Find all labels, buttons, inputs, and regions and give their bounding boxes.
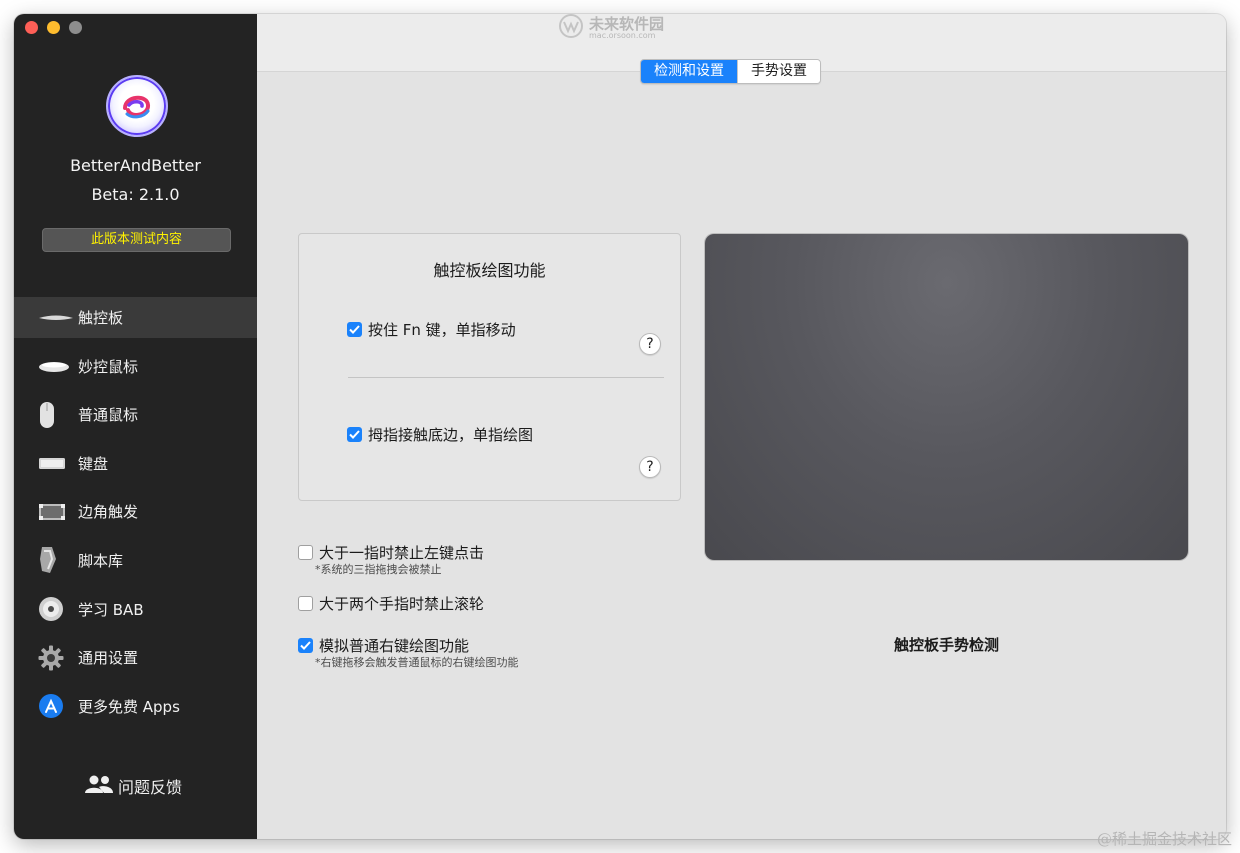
right-click-drawing-note: *右键拖移会触发普通鼠标的右键绘图功能 (315, 656, 519, 669)
disable-left-click-checkbox[interactable] (298, 545, 313, 560)
trackpad-gesture-area[interactable] (705, 234, 1188, 560)
site-credit: @稀土掘金技术社区 (1096, 830, 1232, 848)
checkmark-icon (300, 641, 311, 650)
feedback-label: 问题反馈 (118, 778, 183, 797)
group-divider (348, 377, 664, 378)
thumb-edge-label: 拇指接触底边，单指绘图 (368, 426, 534, 444)
checkmark-icon (349, 430, 360, 439)
disable-scroll-label: 大于两个手指时禁止滚轮 (319, 595, 485, 613)
app-version: Beta: 2.1.0 (91, 185, 180, 204)
disable-left-click-option[interactable]: 大于一指时禁止左键点击 (298, 542, 484, 563)
sidebar-item-label: 妙控鼠标 (78, 357, 139, 376)
sidebar-nav: 触控板 妙控鼠标 普通鼠标 键盘 边角触发 脚本库 学习 BAB 通用设置 更多… (14, 297, 257, 734)
sidebar-item-learn[interactable]: 学习 BAB (14, 589, 257, 630)
disable-scroll-option[interactable]: 大于两个手指时禁止滚轮 (298, 593, 484, 614)
right-click-drawing-checkbox[interactable] (298, 638, 313, 653)
thumb-edge-checkbox[interactable] (347, 427, 362, 442)
sidebar-item-scripts[interactable]: 脚本库 (14, 540, 257, 581)
sidebar-item-label: 学习 BAB (78, 600, 144, 619)
app-window: BetterAndBetter Beta: 2.1.0 此版本测试内容 触控板 … (14, 14, 1226, 839)
app-store-icon (38, 691, 78, 721)
watermark: 未来软件园 mac.orsoon.com (557, 14, 687, 42)
disable-left-click-label: 大于一指时禁止左键点击 (319, 544, 485, 562)
dvd-icon (38, 594, 78, 624)
script-icon (38, 545, 78, 575)
disable-scroll-checkbox[interactable] (298, 596, 313, 611)
sidebar-item-magic-mouse[interactable]: 妙控鼠标 (14, 346, 257, 387)
sidebar-item-more-apps[interactable]: 更多免费 Apps (14, 686, 257, 727)
sidebar-item-mouse[interactable]: 普通鼠标 (14, 394, 257, 435)
disable-left-click-note: *系统的三指拖拽会被禁止 (315, 563, 442, 576)
fn-single-finger-option[interactable]: 按住 Fn 键，单指移动 (347, 319, 516, 340)
tab-detect-settings[interactable]: 检测和设置 (641, 60, 737, 83)
right-click-drawing-option[interactable]: 模拟普通右键绘图功能 (298, 635, 469, 656)
sidebar: BetterAndBetter Beta: 2.1.0 此版本测试内容 触控板 … (14, 14, 257, 839)
close-button[interactable] (25, 21, 38, 34)
gear-icon (38, 643, 78, 673)
app-logo-icon (106, 75, 168, 137)
fn-single-finger-label: 按住 Fn 键，单指移动 (368, 321, 516, 339)
group-title: 触控板绘图功能 (433, 261, 546, 280)
help-button[interactable]: ? (639, 333, 661, 355)
window-controls (25, 21, 82, 34)
sidebar-item-label: 边角触发 (78, 503, 139, 522)
watermark-text: 未来软件园 mac.orsoon.com (589, 14, 665, 40)
sidebar-item-label: 通用设置 (78, 649, 139, 668)
watermark-subtitle: mac.orsoon.com (589, 30, 656, 40)
sidebar-item-label: 普通鼠标 (78, 406, 139, 425)
magic-mouse-icon (38, 351, 78, 381)
minimize-button[interactable] (47, 21, 60, 34)
beta-content-button[interactable]: 此版本测试内容 (42, 228, 231, 252)
tab-gesture-settings[interactable]: 手势设置 (737, 60, 820, 83)
sidebar-item-keyboard[interactable]: 键盘 (14, 443, 257, 484)
sidebar-item-trackpad[interactable]: 触控板 (14, 297, 257, 338)
watermark-logo-icon (557, 14, 585, 43)
help-button[interactable]: ? (639, 456, 661, 478)
mouse-icon (38, 400, 78, 430)
sidebar-item-label: 更多免费 Apps (78, 697, 180, 716)
main-content: 未来软件园 mac.orsoon.com 检测和设置 手势设置 触控板绘图功能 … (257, 14, 1226, 839)
sidebar-item-general-settings[interactable]: 通用设置 (14, 637, 257, 678)
hot-corner-icon (38, 497, 78, 527)
sidebar-item-label: 键盘 (78, 454, 109, 473)
trackpad-icon (38, 303, 78, 333)
sidebar-item-hot-corner[interactable]: 边角触发 (14, 491, 257, 532)
trackpad-drawing-group: 触控板绘图功能 按住 Fn 键，单指移动 ? 拇指接触底边，单指绘图 ? (298, 233, 681, 501)
keyboard-icon (38, 448, 78, 478)
feedback-button[interactable]: 问题反馈 (84, 774, 182, 798)
checkmark-icon (349, 325, 360, 334)
fn-single-finger-checkbox[interactable] (347, 322, 362, 337)
users-icon (84, 774, 114, 798)
watermark-title: 未来软件园 (589, 14, 665, 33)
app-name: BetterAndBetter (70, 156, 201, 175)
tab-bar: 检测和设置 手势设置 (640, 59, 821, 84)
sidebar-item-label: 触控板 (78, 309, 124, 327)
trackpad-detect-label: 触控板手势检测 (893, 636, 999, 654)
sidebar-item-label: 脚本库 (78, 551, 124, 570)
zoom-button[interactable] (69, 21, 82, 34)
right-click-drawing-label: 模拟普通右键绘图功能 (319, 637, 470, 655)
thumb-edge-option[interactable]: 拇指接触底边，单指绘图 (347, 424, 533, 445)
